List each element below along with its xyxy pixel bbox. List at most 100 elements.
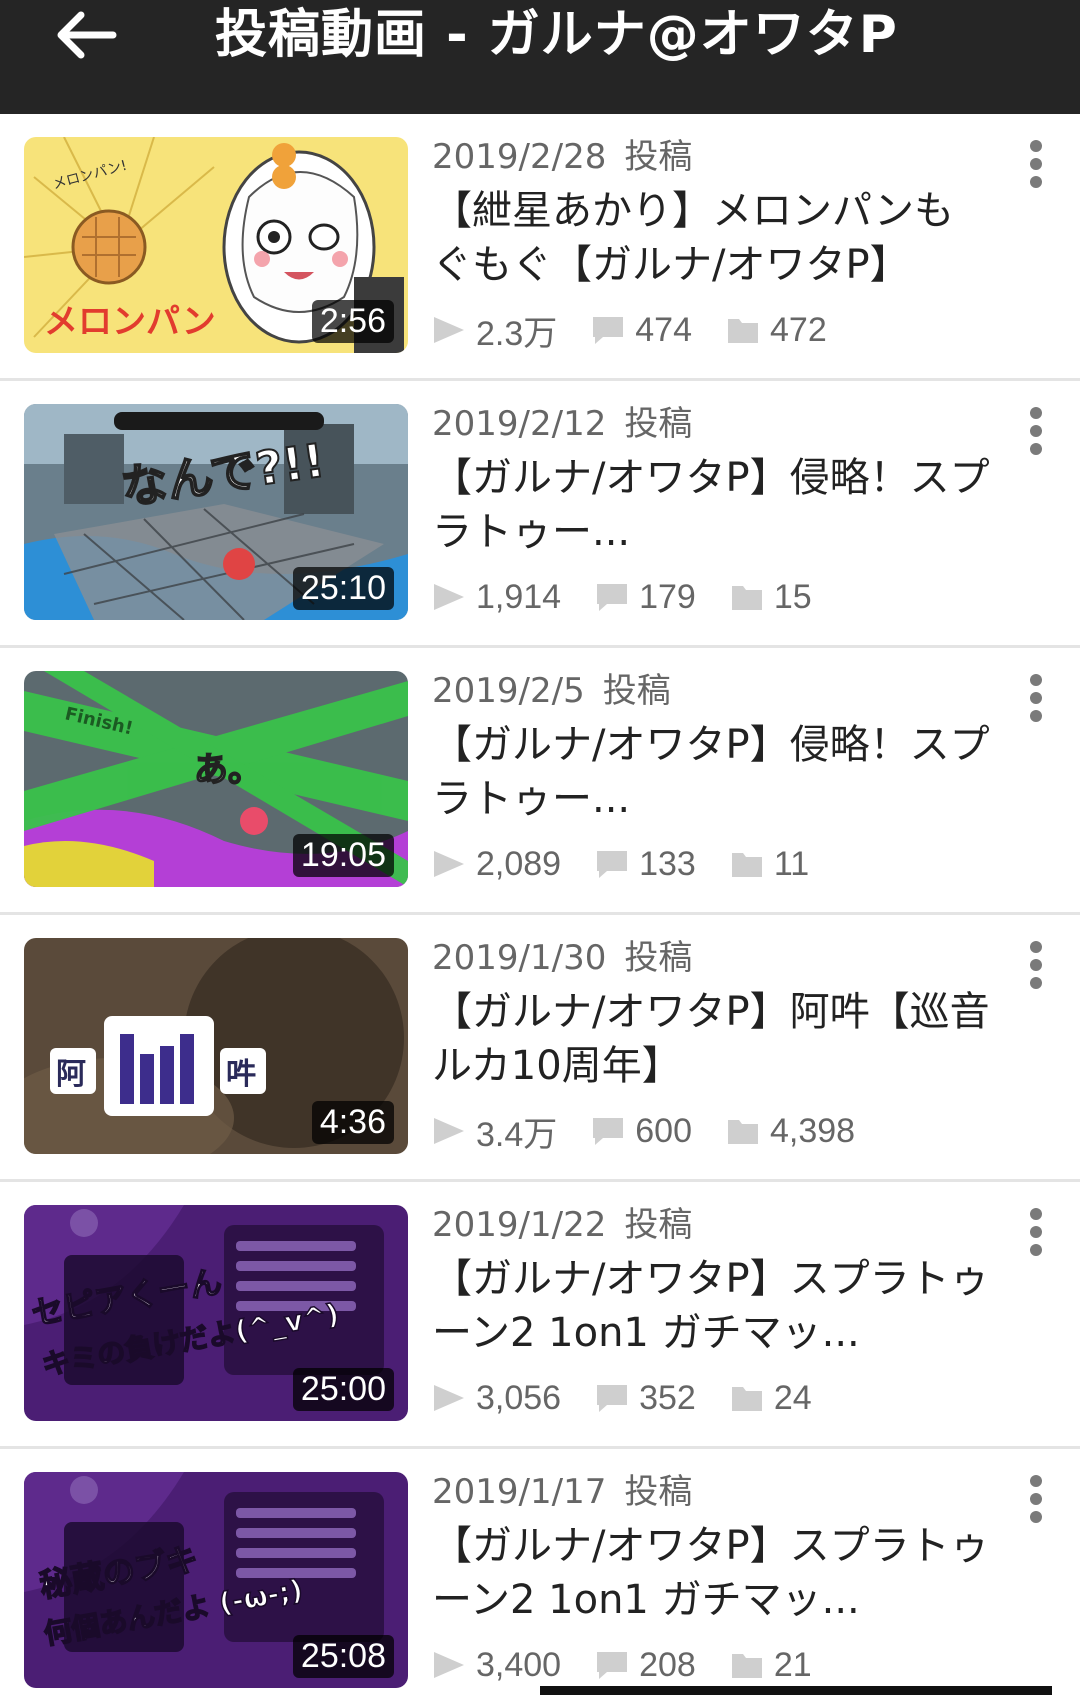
more-options-button[interactable] — [1014, 401, 1058, 461]
video-row[interactable]: 秘蔵のブキ 何個あんだよ (-ω-;) 25:08 2019/1/17 投稿 【ガ… — [0, 1449, 1080, 1695]
play-icon — [434, 1385, 464, 1411]
video-duration: 4:36 — [311, 1101, 394, 1144]
video-meta: 2019/1/22 投稿 【ガルナ/オワタP】スプラトゥーン2 1on1 ガチマッ… — [432, 1200, 992, 1422]
posted-label: 投稿 — [624, 137, 693, 177]
comment-icon — [593, 317, 624, 344]
video-title: 【ガルナ/オワタP】阿吽【巡音ルカ10周年】 — [432, 989, 990, 1089]
view-count: 3,056 — [432, 1379, 561, 1418]
play-icon — [434, 584, 464, 610]
video-meta: 2019/1/30 投稿 【ガルナ/オワタP】阿吽【巡音ルカ10周年】 3.4万 … — [432, 933, 992, 1155]
video-duration: 25:00 — [292, 1368, 394, 1411]
more-vert-icon-dot — [1030, 1226, 1042, 1238]
play-icon — [434, 1652, 464, 1678]
mylist-count-value: 21 — [773, 1645, 812, 1684]
view-count: 2.3万 — [432, 306, 557, 355]
video-row[interactable]: 阿 吽 4:36 2019/1/30 投稿 【ガルナ/オワタP】阿吽【巡音ルカ10… — [0, 915, 1080, 1182]
more-options-button[interactable] — [1014, 1202, 1058, 1262]
video-duration: 19:05 — [292, 834, 394, 877]
video-row[interactable]: なんで?!! 25:10 2019/2/12 投稿 【ガルナ/オワタP】侵略！スプ… — [0, 381, 1080, 648]
more-vert-icon-dot — [1030, 692, 1042, 704]
more-vert-icon-dot — [1030, 425, 1042, 437]
mylist-count-value: 11 — [773, 844, 810, 883]
comment-icon — [597, 584, 628, 611]
arrow-left-icon — [57, 11, 117, 59]
top-app-bar: 投稿動画 - ガルナ@オワタP — [0, 0, 1080, 114]
video-thumbnail[interactable]: なんで?!! 25:10 — [24, 404, 408, 620]
back-button[interactable] — [40, 0, 130, 70]
video-thumbnail[interactable]: 秘蔵のブキ 何個あんだよ (-ω-;) 25:08 — [24, 1472, 408, 1688]
comment-count-value: 133 — [639, 844, 696, 883]
folder-icon — [731, 1654, 762, 1678]
view-count-value: 2.3万 — [476, 314, 558, 353]
video-title: 【ガルナ/オワタP】スプラトゥーン2 1on1 ガチマッ... — [432, 1523, 990, 1623]
video-list[interactable]: メロンパン メロンパン! 2:56 2019/2/28 投稿 【紲星あかり】メロン… — [0, 114, 1080, 1695]
video-thumbnail[interactable]: セピアくーん キミの負けだよ(^_v^) 25:00 — [24, 1205, 408, 1421]
posted-label: 投稿 — [624, 1472, 693, 1512]
video-row[interactable]: Finish! あ。 19:05 2019/2/5 投稿 【ガルナ/オワタP】侵略… — [0, 648, 1080, 915]
posted-label: 投稿 — [624, 1205, 693, 1245]
view-count: 2,089 — [432, 845, 561, 884]
comment-icon — [597, 1652, 628, 1679]
post-date: 2019/1/17 — [432, 1472, 607, 1512]
more-vert-icon-dot — [1030, 710, 1042, 722]
post-date-line: 2019/1/22 投稿 — [432, 1200, 992, 1250]
comment-count: 474 — [591, 311, 692, 350]
video-duration: 25:10 — [292, 567, 394, 610]
more-vert-icon — [1030, 1208, 1042, 1220]
video-title: 【ガルナ/オワタP】侵略！スプラトゥー... — [432, 455, 990, 555]
more-vert-icon — [1030, 1475, 1042, 1487]
video-thumbnail[interactable]: Finish! あ。 19:05 — [24, 671, 408, 887]
video-duration: 25:08 — [292, 1635, 394, 1678]
post-date-line: 2019/2/12 投稿 — [432, 399, 992, 449]
view-count-value: 2,089 — [476, 844, 562, 883]
mylist-count: 24 — [730, 1379, 812, 1418]
more-options-button[interactable] — [1014, 668, 1058, 728]
video-meta: 2019/1/17 投稿 【ガルナ/オワタP】スプラトゥーン2 1on1 ガチマッ… — [432, 1467, 992, 1689]
video-row[interactable]: メロンパン メロンパン! 2:56 2019/2/28 投稿 【紲星あかり】メロン… — [0, 114, 1080, 381]
video-row[interactable]: セピアくーん キミの負けだよ(^_v^) 25:00 2019/1/22 投稿 【… — [0, 1182, 1080, 1449]
video-stats: 3,056 352 24 — [432, 1374, 992, 1422]
more-options-button[interactable] — [1014, 134, 1058, 194]
more-vert-icon-dot — [1030, 1493, 1042, 1505]
post-date: 2019/2/12 — [432, 404, 607, 444]
video-stats: 3.4万 600 4,398 — [432, 1107, 992, 1155]
page-title: 投稿動画 - ガルナ@オワタP — [215, 5, 898, 65]
view-count: 3,400 — [432, 1646, 561, 1685]
mylist-count: 21 — [730, 1646, 812, 1685]
video-meta: 2019/2/28 投稿 【紲星あかり】メロンパンもぐもぐ【ガルナ/オワタP】 2… — [432, 132, 992, 354]
more-vert-icon-dot — [1030, 176, 1042, 188]
more-vert-icon-dot — [1030, 977, 1042, 989]
folder-icon — [728, 1120, 758, 1144]
video-meta: 2019/2/5 投稿 【ガルナ/オワタP】侵略！スプラトゥー... 2,089 … — [432, 666, 992, 888]
mylist-count: 472 — [726, 311, 827, 350]
view-count-value: 3,056 — [476, 1378, 562, 1417]
video-meta: 2019/2/12 投稿 【ガルナ/オワタP】侵略！スプラトゥー... 1,914… — [432, 399, 992, 621]
comment-count-value: 474 — [635, 310, 692, 349]
video-thumbnail[interactable]: 阿 吽 4:36 — [24, 938, 408, 1154]
more-vert-icon — [1030, 674, 1042, 686]
post-date: 2019/2/5 — [432, 671, 585, 711]
more-vert-icon — [1030, 407, 1042, 419]
more-vert-icon-dot — [1030, 443, 1042, 455]
video-thumbnail[interactable]: メロンパン メロンパン! 2:56 — [24, 137, 408, 353]
video-stats: 1,914 179 15 — [432, 573, 992, 621]
mylist-count: 11 — [730, 845, 809, 884]
more-options-button[interactable] — [1014, 935, 1058, 995]
post-date-line: 2019/2/5 投稿 — [432, 666, 992, 716]
more-vert-icon-dot — [1030, 1511, 1042, 1523]
comment-count: 352 — [595, 1379, 696, 1418]
bottom-edge-bar — [540, 1686, 1052, 1695]
play-icon — [434, 317, 464, 343]
comment-count-value: 352 — [639, 1378, 696, 1417]
view-count-value: 1,914 — [476, 577, 562, 616]
play-icon — [434, 1118, 464, 1144]
view-count-value: 3.4万 — [476, 1115, 558, 1154]
video-title: 【ガルナ/オワタP】侵略！スプラトゥー... — [432, 722, 990, 822]
folder-icon — [731, 853, 762, 877]
mylist-count: 4,398 — [726, 1112, 855, 1151]
more-vert-icon — [1030, 140, 1042, 152]
posted-label: 投稿 — [624, 938, 693, 978]
more-vert-icon-dot — [1030, 1244, 1042, 1256]
more-options-button[interactable] — [1014, 1469, 1058, 1529]
video-duration: 2:56 — [311, 300, 394, 343]
